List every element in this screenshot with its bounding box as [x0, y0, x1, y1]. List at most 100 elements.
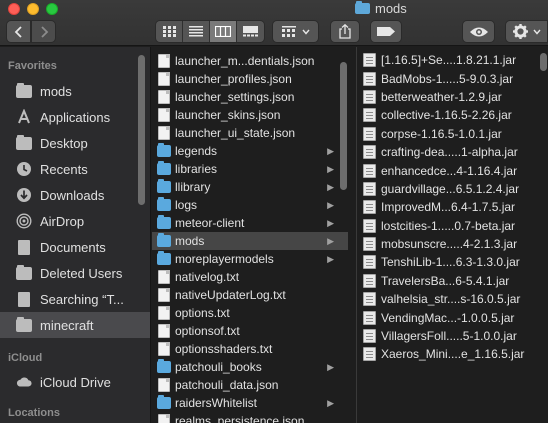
file-row[interactable]: nativeUpdaterLog.txt	[152, 286, 348, 304]
document-icon	[158, 126, 170, 140]
gallery-icon	[243, 26, 258, 37]
item-name: options.txt	[175, 306, 230, 320]
column-mods: [1.16.5]+Se....1.8.21.1.jar BadMobs-1....…	[358, 47, 548, 423]
jar-file-row[interactable]: VillagersFoll.....5-1.0.0.jar	[358, 327, 528, 345]
sidebar-item-downloads[interactable]: Downloads	[0, 182, 150, 208]
jar-file-row[interactable]: lostcities-1.....0.7-beta.jar	[358, 217, 528, 235]
sidebar-item-label: Deleted Users	[40, 265, 123, 281]
jar-file-row[interactable]: crafting-dea.....1-alpha.jar	[358, 143, 528, 161]
item-name: meteor-client	[175, 216, 245, 230]
file-row[interactable]: optionsof.txt	[152, 322, 348, 340]
sidebar-item-icloud-drive[interactable]: iCloud Drive	[0, 369, 150, 395]
file-row[interactable]: launcher_ui_state.json	[152, 124, 348, 142]
file-row[interactable]: nativelog.txt	[152, 268, 348, 286]
folder-row[interactable]: legends ▶	[152, 142, 348, 160]
item-name: raidersWhitelist	[175, 396, 258, 410]
folder-row[interactable]: libraries ▶	[152, 160, 348, 178]
jar-file-row[interactable]: valhelsia_str....s-16.0.5.jar	[358, 290, 528, 308]
grid-icon	[162, 26, 176, 37]
sidebar-item-minecraft[interactable]: minecraft	[0, 312, 150, 338]
document-icon	[158, 378, 170, 392]
sidebar-item-mods[interactable]: mods	[0, 78, 150, 104]
back-button[interactable]	[6, 20, 31, 43]
jar-file-row[interactable]: collective-1.16.5-2.26.jar	[358, 106, 528, 124]
sidebar-item-searching[interactable]: Searching “T...	[0, 286, 150, 312]
forward-button[interactable]	[31, 20, 56, 43]
folder-row[interactable]: raidersWhitelist ▶	[152, 394, 348, 412]
zoom-window-button[interactable]	[46, 3, 58, 15]
file-row[interactable]: options.txt	[152, 304, 348, 322]
column-view-button[interactable]	[210, 21, 237, 42]
file-row[interactable]: launcher_profiles.json	[152, 70, 348, 88]
sidebar-item-applications[interactable]: Applications	[0, 104, 150, 130]
disclosure-chevron-icon: ▶	[327, 218, 334, 228]
jar-file-row[interactable]: BadMobs-1.....5-9.0.3.jar	[358, 69, 528, 87]
jar-file-row[interactable]: betterweather-1.2.9.jar	[358, 88, 528, 106]
folder-row[interactable]: llibrary ▶	[152, 178, 348, 196]
item-name: corpse-1.16.5-1.0.1.jar	[381, 126, 502, 141]
column-file-list: [1.16.5]+Se....1.8.21.1.jar BadMobs-1....…	[358, 51, 528, 364]
file-row[interactable]: launcher_settings.json	[152, 88, 348, 106]
jar-file-row[interactable]: mobsunscre.....4-2.1.3.jar	[358, 235, 528, 253]
close-window-button[interactable]	[8, 3, 20, 15]
disclosure-chevron-icon: ▶	[327, 236, 334, 246]
action-menu-button[interactable]	[505, 20, 548, 43]
sidebar-item-documents[interactable]: Documents	[0, 234, 150, 260]
file-row[interactable]: launcher_skins.json	[152, 106, 348, 124]
file-row[interactable]: optionsshaders.txt	[152, 340, 348, 358]
jar-file-row[interactable]: TravelersBa...6-5.4.1.jar	[358, 272, 528, 290]
gallery-view-button[interactable]	[237, 21, 264, 42]
folder-icon	[16, 134, 32, 151]
sidebar-item-airdrop[interactable]: AirDrop	[0, 208, 150, 234]
folder-row[interactable]: logs ▶	[152, 196, 348, 214]
folder-row[interactable]: patchouli_books ▶	[152, 358, 348, 376]
item-name: patchouli_data.json	[175, 378, 279, 392]
document-icon	[158, 270, 170, 284]
folder-icon	[157, 161, 171, 175]
disclosure-chevron-icon: ▶	[327, 362, 334, 372]
folder-icon	[157, 395, 171, 409]
sidebar-item-label: Searching “T...	[40, 291, 124, 307]
folder-row[interactable]: moreplayermodels ▶	[152, 250, 348, 268]
share-button[interactable]	[330, 20, 360, 43]
document-icon	[16, 291, 32, 307]
folder-icon	[157, 215, 171, 229]
jar-file-row[interactable]: [1.16.5]+Se....1.8.21.1.jar	[358, 51, 528, 69]
file-row[interactable]: launcher_m...dentials.json	[152, 52, 348, 70]
group-by-button[interactable]	[272, 20, 319, 43]
item-name: VendingMac...-1.0.0.5.jar	[381, 310, 515, 325]
jar-file-row[interactable]: Xaeros_Mini....e_1.16.5.jar	[358, 345, 528, 363]
item-name: realms_persistence.json	[175, 414, 305, 423]
jar-file-row[interactable]: enhancedce...4-1.16.4.jar	[358, 161, 528, 179]
jar-file-icon	[363, 145, 376, 160]
folder-row[interactable]: meteor-client ▶	[152, 214, 348, 232]
column-scrollbar[interactable]	[340, 62, 347, 190]
view-mode-segmented-control[interactable]	[155, 20, 265, 43]
document-icon	[158, 108, 170, 122]
minimize-window-button[interactable]	[27, 3, 39, 15]
jar-file-row[interactable]: corpse-1.16.5-1.0.1.jar	[358, 125, 528, 143]
jar-file-row[interactable]: ImprovedM...6.4-1.7.5.jar	[358, 198, 528, 216]
folder-row[interactable]: mods ▶	[152, 232, 348, 250]
columns-icon	[215, 26, 231, 37]
quick-look-button[interactable]	[462, 20, 495, 43]
jar-file-row[interactable]: TenshiLib-1....6.3-1.3.0.jar	[358, 253, 528, 271]
sidebar-item-deleted-users[interactable]: Deleted Users	[0, 260, 150, 286]
jar-file-row[interactable]: VendingMac...-1.0.0.5.jar	[358, 308, 528, 326]
toolbar: mods	[0, 0, 548, 46]
item-name: moreplayermodels	[175, 252, 274, 266]
list-view-button[interactable]	[183, 21, 210, 42]
folder-icon	[157, 197, 171, 211]
file-row[interactable]: patchouli_data.json	[152, 376, 348, 394]
tag-button[interactable]	[370, 20, 402, 43]
sidebar-item-desktop[interactable]: Desktop	[0, 130, 150, 156]
sidebar-item-recents[interactable]: Recents	[0, 156, 150, 182]
folder-icon	[16, 264, 32, 281]
item-name: ImprovedM...6.4-1.7.5.jar	[381, 200, 516, 215]
column-scrollbar[interactable]	[540, 53, 547, 71]
jar-file-row[interactable]: guardvillage...6.5.1.2.4.jar	[358, 180, 528, 198]
icon-view-button[interactable]	[156, 21, 183, 42]
sidebar-scrollbar[interactable]	[138, 55, 145, 205]
item-name: libraries	[175, 162, 218, 176]
file-row[interactable]: realms_persistence.json	[152, 412, 348, 423]
